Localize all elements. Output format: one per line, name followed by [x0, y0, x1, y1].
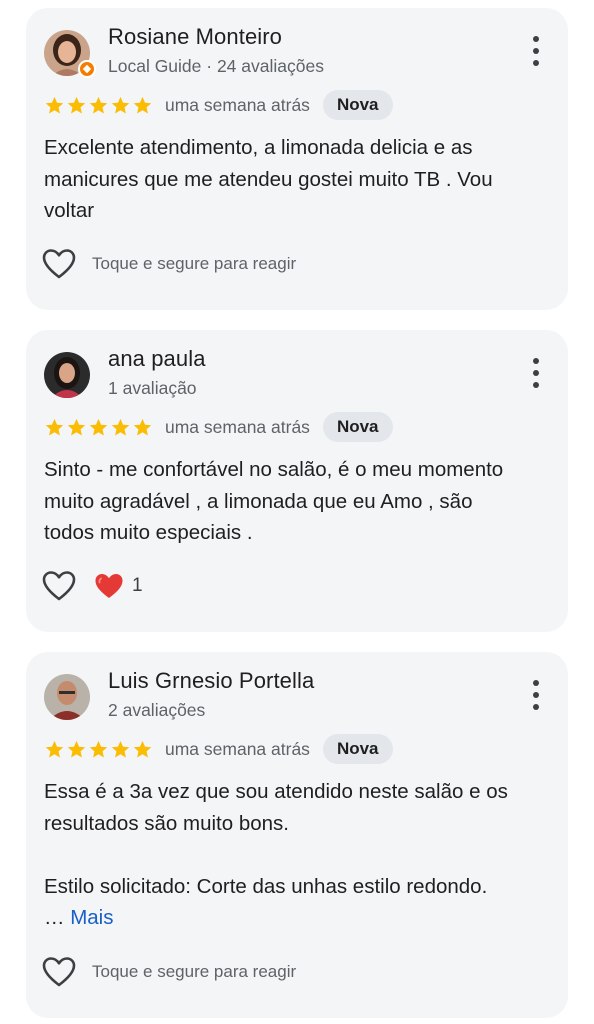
heart-outline-icon[interactable] [42, 956, 76, 988]
review-text: Sinto - me confortável no salão, é o meu… [44, 454, 544, 549]
star-icon [88, 417, 109, 438]
review-time: uma semana atrás [165, 416, 310, 437]
review-card: ana paula 1 avaliação uma semana atrás N… [26, 330, 568, 632]
review-text: Essa é a 3a vez que sou atendido neste s… [44, 776, 544, 934]
star-icon [66, 95, 87, 116]
review-card: Rosiane Monteiro Local Guide · 24 avalia… [26, 8, 568, 310]
reaction-row: 1 [42, 570, 143, 602]
reviewer-meta: 2 avaliações [108, 700, 206, 720]
review-text-line: resultados são muito bons. [44, 811, 289, 835]
star-icon [132, 739, 153, 760]
rating-row: uma semana atrás Nova [44, 734, 393, 764]
star-icon [66, 739, 87, 760]
rating-row: uma semana atrás Nova [44, 412, 393, 442]
new-badge: Nova [322, 412, 393, 442]
react-hint: Toque e segure para reagir [92, 962, 297, 981]
review-text-line: todos muito especiais . [44, 521, 253, 544]
new-badge: Nova [322, 90, 393, 120]
star-icon [44, 95, 65, 116]
review-text-line: manicures que me atendeu gostei muito TB… [44, 167, 493, 191]
star-icon [66, 417, 87, 438]
review-text-line: muito agradável , a limonada que eu Amo … [44, 489, 473, 513]
star-rating [44, 95, 153, 116]
more-vert-icon[interactable] [526, 358, 546, 388]
review-text: Excelente atendimento, a limonada delici… [44, 132, 544, 227]
star-icon [110, 739, 131, 760]
reviewer-name[interactable]: Luis Grnesio Portella [108, 668, 314, 694]
star-icon [110, 95, 131, 116]
review-text-line: Essa é a 3a vez que sou atendido neste s… [44, 780, 508, 803]
avatar[interactable] [44, 674, 90, 720]
heart-outline-icon[interactable] [42, 570, 76, 602]
review-text-blank-line [44, 839, 544, 871]
star-icon [44, 417, 65, 438]
more-vert-icon[interactable] [526, 36, 546, 66]
reviewer-name[interactable]: Rosiane Monteiro [108, 24, 282, 50]
ellipsis: … [44, 906, 65, 929]
new-badge: Nova [322, 734, 393, 764]
more-link[interactable]: Mais [70, 906, 113, 929]
review-time: uma semana atrás [165, 94, 310, 115]
star-icon [132, 417, 153, 438]
star-icon [88, 95, 109, 116]
star-rating [44, 417, 153, 438]
review-text-line: Excelente atendimento, a limonada delici… [44, 136, 473, 159]
star-icon [110, 417, 131, 438]
star-icon [44, 739, 65, 760]
review-time: uma semana atrás [165, 738, 310, 759]
review-text-line: Sinto - me confortável no salão, é o meu… [44, 458, 504, 481]
local-guide-badge-icon [78, 60, 96, 78]
heart-filled-icon[interactable] [94, 572, 124, 600]
heart-outline-icon[interactable] [42, 248, 76, 280]
reviewer-meta: Local Guide · 24 avaliações [108, 56, 324, 76]
reviewer-name[interactable]: ana paula [108, 346, 206, 372]
react-hint: Toque e segure para reagir [92, 254, 297, 273]
avatar[interactable] [44, 352, 90, 398]
review-text-line: voltar [44, 199, 95, 222]
review-text-line: … Mais [44, 902, 544, 934]
review-card: Luis Grnesio Portella 2 avaliações uma s… [26, 652, 568, 1018]
rating-row: uma semana atrás Nova [44, 90, 393, 120]
star-icon [132, 95, 153, 116]
reaction-count: 1 [132, 575, 143, 596]
reviewer-meta: 1 avaliação [108, 378, 197, 398]
review-text-line: Estilo solicitado: Corte das unhas estil… [44, 874, 488, 898]
reaction-row: Toque e segure para reagir [42, 248, 296, 280]
star-icon [88, 739, 109, 760]
star-rating [44, 739, 153, 760]
more-vert-icon[interactable] [526, 680, 546, 710]
reaction-row: Toque e segure para reagir [42, 956, 296, 988]
